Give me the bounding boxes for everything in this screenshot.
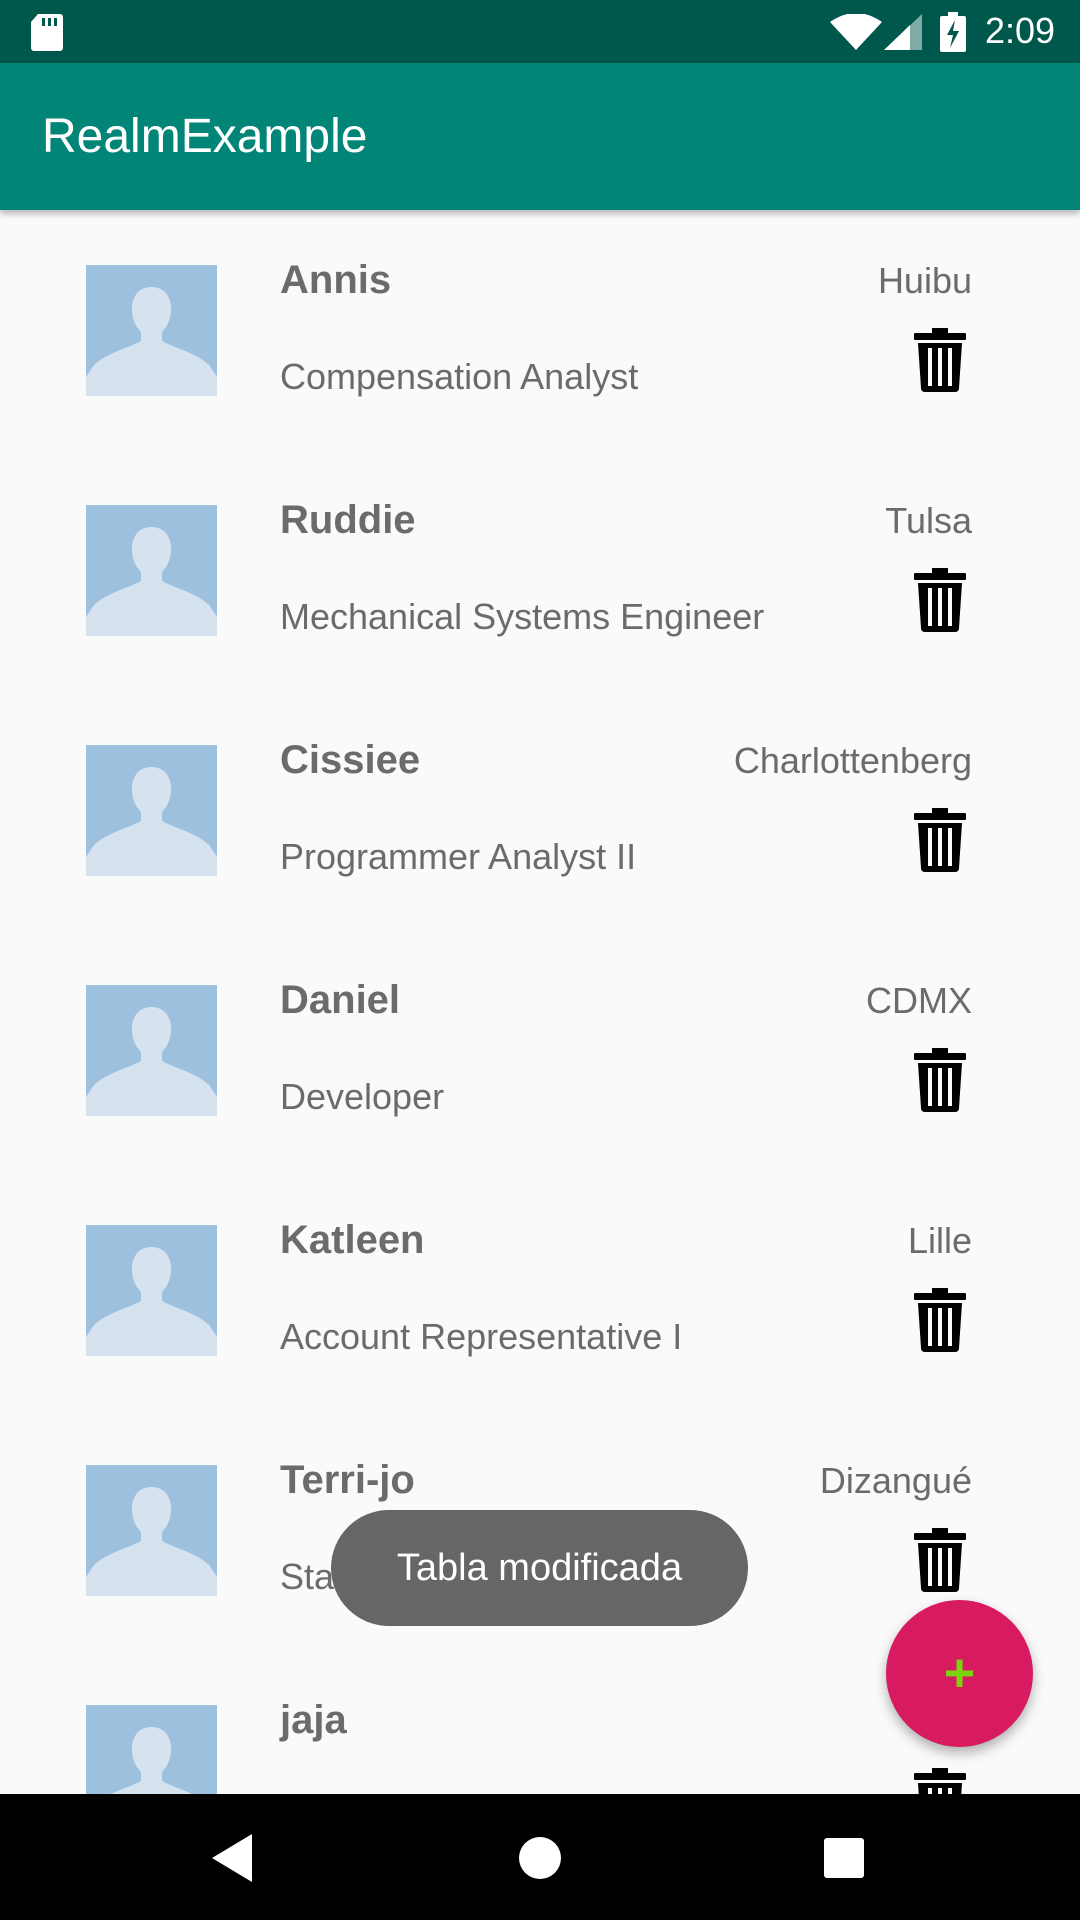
navigation-bar: [0, 1794, 1080, 1920]
trash-icon: [914, 1768, 966, 1794]
sd-card-icon: [31, 14, 63, 51]
person-silhouette-icon: [86, 505, 217, 636]
person-city: Dizangué: [819, 1460, 972, 1501]
avatar: [86, 265, 217, 396]
avatar: [86, 1705, 217, 1794]
screen: 2:09 RealmExample Annis Compensation Ana…: [0, 0, 1080, 1920]
back-icon[interactable]: [212, 1834, 256, 1882]
plus-icon: +: [943, 1643, 976, 1703]
home-icon[interactable]: [518, 1836, 562, 1880]
add-person-fab[interactable]: +: [886, 1600, 1033, 1747]
battery-charging-icon: [940, 12, 966, 52]
avatar: [86, 1465, 217, 1596]
person-silhouette-icon: [86, 985, 217, 1116]
list-item[interactable]: Katleen Account Representative I Lille: [0, 1170, 1080, 1410]
person-city: Charlottenberg: [733, 740, 972, 781]
delete-button[interactable]: [914, 808, 966, 872]
person-silhouette-icon: [86, 1465, 217, 1596]
person-name: Annis: [280, 258, 392, 302]
delete-button[interactable]: [914, 568, 966, 632]
avatar: [86, 985, 217, 1116]
list-item[interactable]: Cissiee Programmer Analyst II Charlotten…: [0, 690, 1080, 930]
trash-icon: [914, 1048, 966, 1112]
list-item[interactable]: Ruddie Mechanical Systems Engineer Tulsa: [0, 450, 1080, 690]
signal-icon: [884, 14, 922, 50]
wifi-icon: [830, 14, 882, 50]
list-item[interactable]: Daniel Developer CDMX: [0, 930, 1080, 1170]
person-city: Huibu: [877, 260, 972, 301]
person-name: Ruddie: [280, 498, 416, 542]
trash-icon: [914, 1288, 966, 1352]
person-name: Daniel: [280, 978, 401, 1022]
trash-icon: [914, 808, 966, 872]
person-job: Programmer Analyst II: [280, 836, 637, 877]
avatar: [86, 1225, 217, 1356]
person-name: Katleen: [280, 1218, 425, 1262]
trash-icon: [914, 328, 966, 392]
list-item[interactable]: Annis Compensation Analyst Huibu: [0, 210, 1080, 450]
person-silhouette-icon: [86, 745, 217, 876]
person-job: Mechanical Systems Engineer: [280, 596, 765, 637]
recents-icon[interactable]: [824, 1838, 864, 1878]
toast-message: Tabla modificada: [331, 1510, 748, 1626]
person-city: Tulsa: [885, 500, 972, 541]
person-city: CDMX: [866, 980, 972, 1021]
trash-icon: [914, 1528, 966, 1592]
status-bar: 2:09: [0, 0, 1080, 63]
person-silhouette-icon: [86, 1705, 217, 1794]
person-job: Account Representative I: [280, 1316, 683, 1357]
delete-button[interactable]: [914, 1048, 966, 1112]
delete-button[interactable]: [914, 1768, 966, 1794]
person-city: Lille: [907, 1220, 972, 1261]
person-job: Compensation Analyst: [280, 356, 639, 397]
avatar: [86, 745, 217, 876]
person-name: Cissiee: [280, 738, 421, 782]
avatar: [86, 505, 217, 636]
app-title: RealmExample: [42, 110, 368, 163]
delete-button[interactable]: [914, 1288, 966, 1352]
delete-button[interactable]: [914, 1528, 966, 1592]
trash-icon: [914, 568, 966, 632]
app-bar: RealmExample: [0, 63, 1080, 210]
person-silhouette-icon: [86, 1225, 217, 1356]
person-job: Developer: [280, 1076, 445, 1117]
status-time: 2:09: [985, 10, 1056, 51]
person-name: Terri-jo: [280, 1458, 415, 1502]
person-name: jaja: [280, 1698, 347, 1742]
person-silhouette-icon: [86, 265, 217, 396]
delete-button[interactable]: [914, 328, 966, 392]
